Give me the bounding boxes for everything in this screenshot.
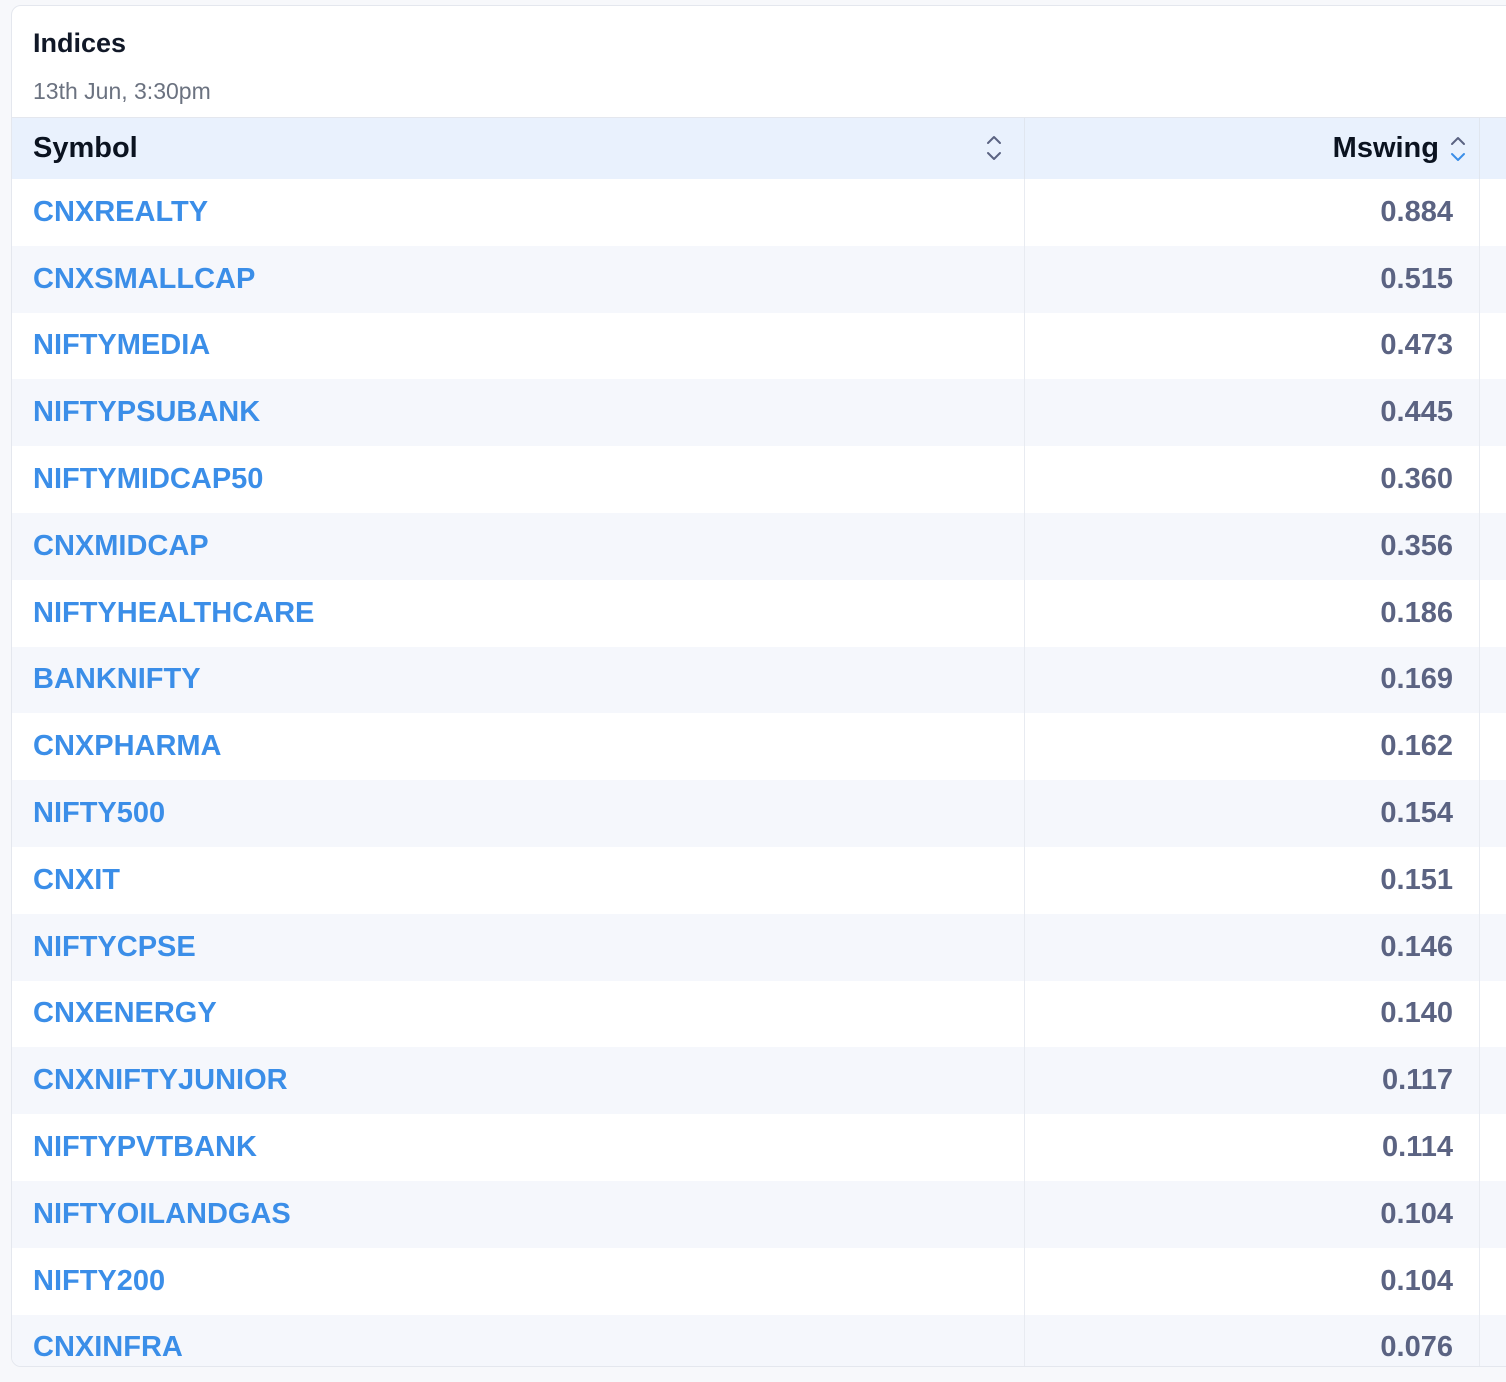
overflow-cell [1479,846,1506,914]
table-row[interactable]: NIFTY500 0.154 [12,780,1506,847]
overflow-cell [1479,1180,1506,1248]
symbol-link[interactable]: CNXPHARMA [33,713,222,780]
symbol-link[interactable]: NIFTY200 [33,1248,165,1315]
overflow-cell [1479,579,1506,647]
table-row[interactable]: NIFTYHEALTHCARE 0.186 [12,579,1506,647]
symbol-link[interactable]: NIFTYPSUBANK [33,379,260,446]
symbol-link[interactable]: CNXNIFTYJUNIOR [33,1047,288,1114]
sort-active-icon[interactable] [1449,133,1467,165]
symbol-link[interactable]: NIFTY500 [33,780,165,847]
symbol-link[interactable]: NIFTYHEALTHCARE [33,580,314,647]
overflow-cell [1479,913,1506,981]
overflow-cell [1479,1114,1506,1181]
mswing-value: 0.162 [1024,713,1479,781]
card-timestamp: 13th Jun, 3:30pm [33,78,211,104]
symbol-link[interactable]: NIFTYCPSE [33,914,196,981]
table-row[interactable]: NIFTYMEDIA 0.473 [12,312,1506,380]
symbol-link[interactable]: NIFTYMEDIA [33,313,210,380]
column-header-overflow [1479,118,1506,179]
mswing-value: 0.104 [1024,1180,1479,1248]
mswing-value: 0.146 [1024,913,1479,981]
table-row[interactable]: CNXMIDCAP 0.356 [12,512,1506,580]
table-row[interactable]: NIFTY200 0.104 [12,1247,1506,1315]
symbol-link[interactable]: CNXIT [33,847,120,914]
overflow-cell [1479,312,1506,380]
mswing-value: 0.151 [1024,846,1479,914]
sort-neutral-icon[interactable] [985,132,1003,164]
mswing-value: 0.360 [1024,446,1479,513]
table-row[interactable]: CNXENERGY 0.140 [12,980,1506,1048]
table-row[interactable]: CNXSMALLCAP 0.515 [12,245,1506,313]
column-label-symbol: Symbol [33,132,138,164]
overflow-cell [1479,713,1506,781]
table-row[interactable]: CNXIT 0.151 [12,846,1506,914]
symbol-link[interactable]: CNXREALTY [33,179,208,246]
overflow-cell [1479,980,1506,1048]
mswing-value: 0.356 [1024,512,1479,580]
overflow-cell [1479,245,1506,313]
table-row[interactable]: NIFTYMIDCAP50 0.360 [12,446,1506,513]
card-title: Indices [33,28,127,58]
overflow-cell [1479,1047,1506,1115]
card-header: Indices 13th Jun, 3:30pm [12,6,1506,118]
table-row[interactable]: NIFTYPSUBANK 0.445 [12,379,1506,447]
table-row[interactable]: BANKNIFTY 0.169 [12,646,1506,714]
column-label-mswing: Mswing [1332,132,1439,164]
mswing-value: 0.169 [1024,646,1479,714]
overflow-cell [1479,1314,1506,1366]
indices-card: Indices 13th Jun, 3:30pm Symbol Mswing C… [11,5,1506,1367]
column-header-symbol[interactable]: Symbol [33,118,1023,179]
symbol-link[interactable]: CNXSMALLCAP [33,246,255,313]
overflow-cell [1479,379,1506,447]
overflow-cell [1479,446,1506,513]
table-body: CNXREALTY 0.884 CNXSMALLCAP 0.515 NIFTYMEDIA… [12,179,1506,1366]
symbol-link[interactable]: CNXINFRA [33,1315,183,1366]
mswing-value: 0.104 [1024,1247,1479,1315]
table-row[interactable]: NIFTYOILANDGAS 0.104 [12,1180,1506,1248]
mswing-value: 0.884 [1024,179,1479,246]
mswing-value: 0.117 [1024,1047,1479,1115]
mswing-value: 0.473 [1024,312,1479,380]
symbol-link[interactable]: NIFTYMIDCAP50 [33,446,263,513]
overflow-cell [1479,179,1506,246]
symbol-link[interactable]: NIFTYPVTBANK [33,1114,257,1181]
symbol-link[interactable]: CNXMIDCAP [33,513,209,580]
overflow-cell [1479,1247,1506,1315]
table-row[interactable]: CNXPHARMA 0.162 [12,713,1506,781]
mswing-value: 0.076 [1024,1314,1479,1366]
mswing-value: 0.154 [1024,780,1479,847]
mswing-value: 0.515 [1024,245,1479,313]
mswing-value: 0.140 [1024,980,1479,1048]
column-header-mswing[interactable]: Mswing [1024,118,1479,179]
symbol-link[interactable]: NIFTYOILANDGAS [33,1181,291,1248]
table-header: Symbol Mswing [12,118,1506,179]
mswing-value: 0.186 [1024,579,1479,647]
overflow-cell [1479,646,1506,714]
symbol-link[interactable]: BANKNIFTY [33,647,201,714]
symbol-link[interactable]: CNXENERGY [33,981,217,1048]
overflow-cell [1479,512,1506,580]
table-row[interactable]: NIFTYCPSE 0.146 [12,913,1506,981]
overflow-cell [1479,780,1506,847]
mswing-value: 0.114 [1024,1114,1479,1181]
table-row[interactable]: CNXINFRA 0.076 [12,1314,1506,1366]
mswing-value: 0.445 [1024,379,1479,447]
table-row[interactable]: NIFTYPVTBANK 0.114 [12,1114,1506,1181]
table-row[interactable]: CNXNIFTYJUNIOR 0.117 [12,1047,1506,1115]
table-row[interactable]: CNXREALTY 0.884 [12,179,1506,246]
